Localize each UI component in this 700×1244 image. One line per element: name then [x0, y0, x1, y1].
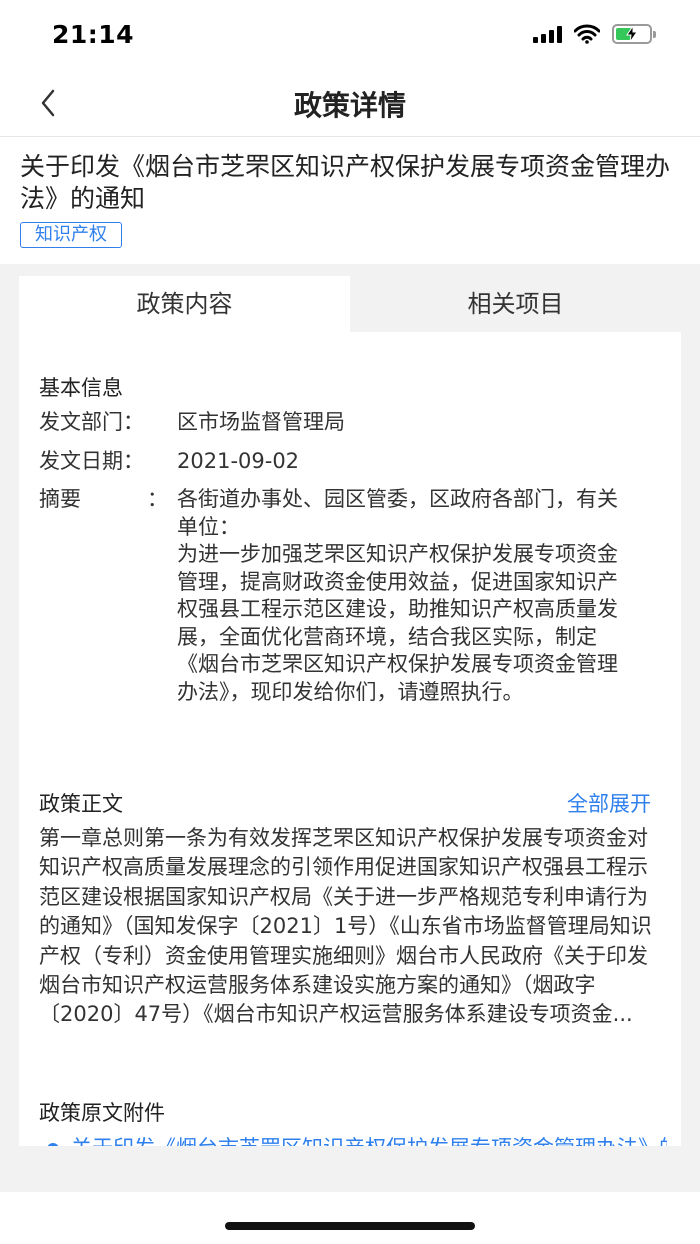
- summary-value: 各街道办事处、园区管委，区政府各部门，有关单位： 为进一步加强芝罘区知识产权保护…: [177, 487, 618, 704]
- navigation-bar: 政策详情: [0, 70, 700, 137]
- basic-info-heading: 基本信息: [39, 376, 123, 400]
- summary-colon: ：: [147, 487, 168, 511]
- department-value: 区市场监督管理局: [177, 410, 345, 434]
- policy-body-heading: 政策正文: [39, 792, 123, 816]
- policy-content-card: 基本信息 发文部门： 区市场监督管理局 发文日期： 2021-09-02 摘要 …: [19, 332, 681, 1146]
- tab-bar: 政策内容 相关项目: [19, 276, 681, 332]
- date-value: 2021-09-02: [177, 449, 300, 473]
- attachments-heading: 政策原文附件: [39, 1101, 165, 1125]
- page-title: 政策详情: [293, 89, 406, 122]
- wifi-icon: [574, 24, 600, 44]
- policy-header: 关于印发《烟台市芝罘区知识产权保护发展专项资金管理办法》的通知 知识产权: [0, 137, 700, 264]
- category-tag: 知识产权: [20, 222, 122, 248]
- attachment-link[interactable]: 关于印发《烟台市芝罘区知识产权保护发展专项资金管理办法》的通知: [47, 1132, 667, 1146]
- battery-charging-icon: [612, 24, 656, 44]
- status-bar: 21:14: [0, 0, 700, 70]
- attachment-dot-icon: [47, 1143, 59, 1146]
- status-time: 21:14: [52, 20, 135, 49]
- tab-policy-content[interactable]: 政策内容: [19, 276, 350, 332]
- policy-title: 关于印发《烟台市芝罘区知识产权保护发展专项资金管理办法》的通知: [20, 152, 671, 213]
- cellular-signal-icon: [533, 25, 562, 43]
- status-icons: [533, 24, 656, 44]
- attachment-label: 关于印发《烟台市芝罘区知识产权保护发展专项资金管理办法》的通知: [71, 1136, 667, 1146]
- department-label: 发文部门：: [39, 410, 144, 434]
- home-indicator[interactable]: [225, 1222, 475, 1230]
- tab-related-projects[interactable]: 相关项目: [350, 276, 681, 332]
- summary-row: 摘要 ： 各街道办事处、园区管委，区政府各部门，有关单位： 为进一步加强芝罘区知…: [39, 486, 659, 766]
- policy-body-text: 第一章总则第一条为有效发挥芝罘区知识产权保护发展专项资金对知识产权高质量发展理念…: [39, 826, 652, 1027]
- date-label: 发文日期：: [39, 449, 144, 473]
- bottom-bar: [0, 1192, 700, 1244]
- expand-all-link[interactable]: 全部展开: [567, 788, 651, 818]
